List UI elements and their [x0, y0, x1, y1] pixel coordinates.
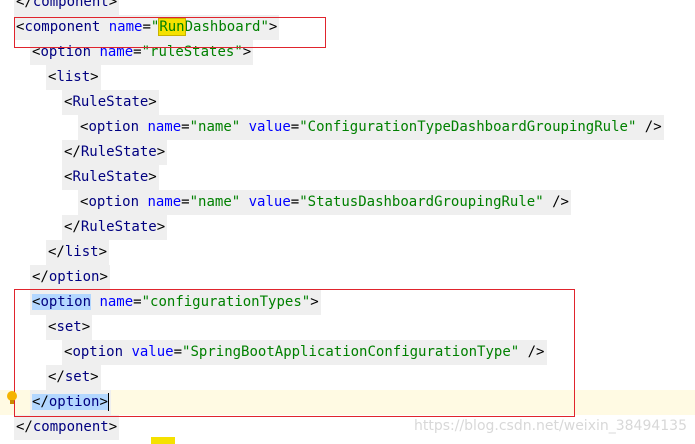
code-line[interactable]: </option> — [0, 390, 695, 415]
xml-attr: name — [99, 44, 134, 60]
code-editor[interactable]: </component> <component name="RunDashboar… — [0, 0, 695, 444]
code-content: <option name="configurationTypes"> — [30, 290, 321, 315]
xml-tag: option — [40, 294, 92, 310]
code-line[interactable]: </RuleState> — [0, 215, 695, 240]
code-content: <option value="SpringBootApplicationConf… — [62, 340, 547, 365]
xml-tag: component — [24, 19, 101, 35]
code-content: <list> — [46, 65, 101, 90]
xml-attr: name — [147, 119, 182, 135]
code-line[interactable]: </set> — [0, 365, 695, 390]
code-content: <option name="name" value="Configuration… — [78, 115, 664, 140]
code-line[interactable]: </RuleState> — [0, 140, 695, 165]
xml-attr: name — [147, 194, 182, 210]
code-line[interactable]: <option name="configurationTypes"> — [0, 290, 695, 315]
xml-value: "ruleStates" — [141, 44, 243, 60]
xml-value: "SpringBootApplicationConfigurationType" — [182, 344, 520, 360]
search-match: Run — [158, 18, 186, 36]
code-line[interactable]: <RuleState> — [0, 165, 695, 190]
code-line[interactable]: </option> — [0, 265, 695, 290]
code-line[interactable]: </list> — [0, 240, 695, 265]
xml-tag: set — [64, 369, 91, 385]
code-content: </option> — [30, 390, 111, 415]
code-content: <set> — [46, 315, 93, 340]
xml-tag: option — [48, 269, 100, 285]
code-content: </RuleState> — [62, 140, 168, 165]
xml-value: "ConfigurationTypeDashboardGroupingRule" — [299, 119, 637, 135]
watermark-text: https://blog.csdn.net/weixin_38494135 — [413, 418, 687, 434]
code-content: <component name="RunDashboard"> — [14, 15, 280, 40]
code-content: </RuleState> — [62, 215, 168, 240]
code-content: <option name="ruleStates"> — [30, 40, 254, 65]
code-content: </list> — [46, 240, 110, 265]
xml-tag: option — [48, 394, 100, 410]
intention-bulb-icon[interactable] — [6, 390, 18, 406]
xml-value: "RunDashboard" — [150, 18, 269, 36]
xml-tag: set — [56, 319, 82, 335]
code-content: </option> — [30, 265, 110, 290]
xml-tag: RuleState — [80, 219, 157, 235]
xml-tag: component — [32, 0, 109, 10]
xml-attr: value — [131, 344, 174, 360]
xml-value: "name" — [189, 119, 241, 135]
code-content: </component> — [14, 0, 120, 15]
xml-value: "configurationTypes" — [141, 294, 311, 310]
code-line[interactable]: <list> — [0, 65, 695, 90]
xml-attr: value — [248, 119, 291, 135]
code-content: </set> — [46, 365, 101, 390]
code-line[interactable]: <option value="SpringBootApplicationConf… — [0, 340, 695, 365]
xml-attr: name — [99, 294, 134, 310]
xml-tag: option — [88, 119, 140, 135]
xml-tag: option — [72, 344, 124, 360]
xml-tag: component — [32, 419, 109, 435]
xml-tag: RuleState — [72, 169, 149, 185]
code-line[interactable]: <option name="name" value="StatusDashboa… — [0, 190, 695, 215]
code-line[interactable]: <option name="ruleStates"> — [0, 40, 695, 65]
xml-tag: list — [64, 244, 99, 260]
code-content: <RuleState> — [62, 165, 159, 190]
xml-value: "name" — [189, 194, 241, 210]
xml-attr: value — [248, 194, 291, 210]
code-content: </component> — [14, 415, 120, 440]
code-line[interactable]: <component name="RunDashboard"> — [0, 15, 695, 40]
xml-tag: list — [56, 69, 91, 85]
code-line[interactable]: <option name="name" value="Configuration… — [0, 115, 695, 140]
search-highlight-stub — [151, 437, 175, 444]
text-caret — [107, 393, 109, 411]
xml-attr: name — [108, 19, 143, 35]
xml-value: "StatusDashboardGroupingRule" — [299, 194, 544, 210]
code-content: <RuleState> — [62, 90, 159, 115]
code-content: <option name="name" value="StatusDashboa… — [78, 190, 571, 215]
xml-tag: RuleState — [80, 144, 157, 160]
code-line[interactable]: <set> — [0, 315, 695, 340]
code-line[interactable]: <RuleState> — [0, 90, 695, 115]
xml-tag: option — [40, 44, 92, 60]
code-line[interactable]: </component> — [0, 0, 695, 15]
xml-tag: option — [88, 194, 140, 210]
xml-tag: RuleState — [72, 94, 149, 110]
